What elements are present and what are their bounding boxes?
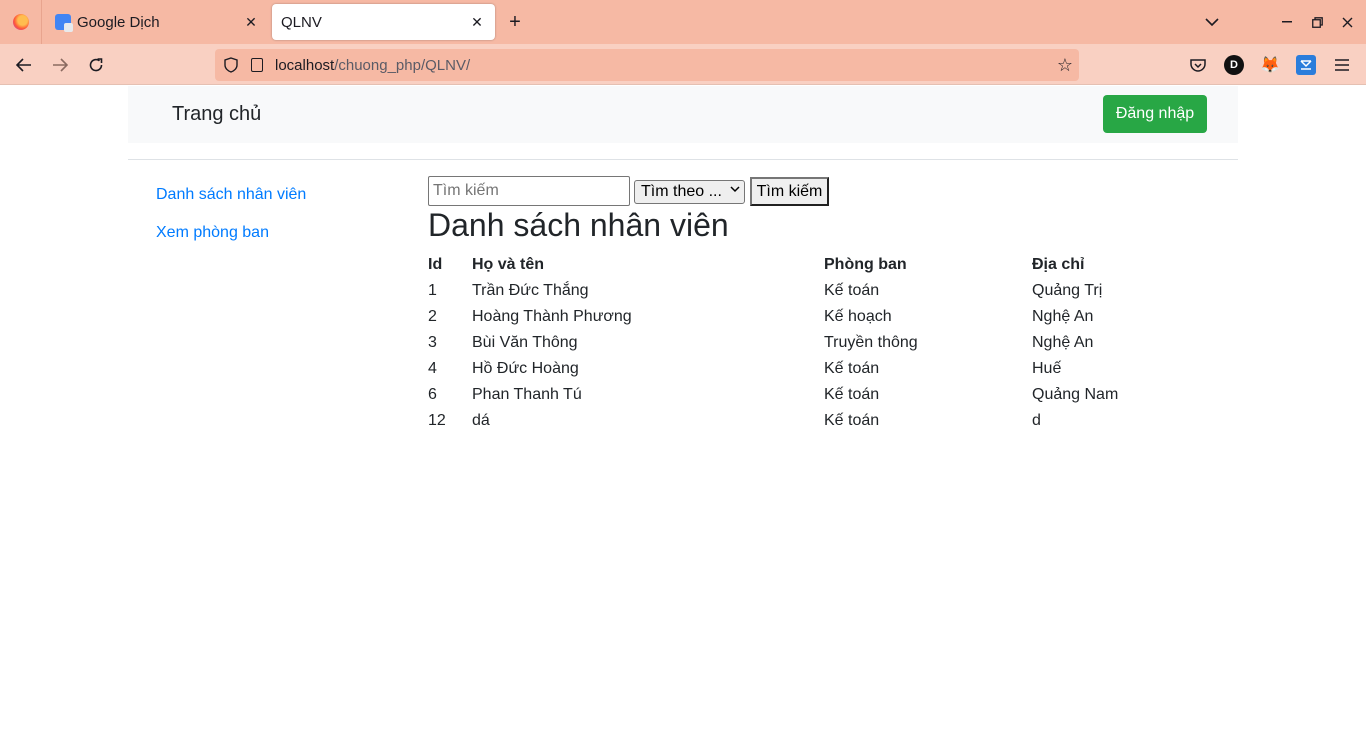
table-header-row: Id Họ và tên Phòng ban Địa chỉ (428, 252, 1182, 278)
cell-id: 4 (428, 360, 437, 377)
d-extension-icon[interactable]: D (1224, 55, 1244, 75)
table-row: 2 Hoàng Thành Phương Kế hoạch Nghệ An (428, 304, 1182, 330)
firefox-logo-icon (12, 14, 29, 30)
column-header-id: Id (428, 256, 443, 273)
firefox-menu-button[interactable] (0, 0, 42, 44)
table-row: 12 dá Kế toán d (428, 408, 1182, 434)
table-row: 1 Trần Đức Thắng Kế toán Quảng Trị (428, 278, 1182, 304)
tab-title: QLNV (281, 13, 322, 31)
close-icon[interactable]: ✕ (465, 10, 489, 34)
login-button[interactable]: Đăng nhập (1103, 95, 1207, 133)
close-icon[interactable]: ✕ (239, 10, 263, 34)
web-page: Trang chủ Đăng nhập Danh sách nhân viên … (0, 86, 1366, 741)
cell-name: Bùi Văn Thông (472, 334, 578, 351)
employee-table: Id Họ và tên Phòng ban Địa chỉ 1 Trần Đứ… (428, 252, 1182, 434)
cell-department: Kế toán (824, 282, 880, 299)
cell-name: Hoàng Thành Phương (472, 308, 632, 325)
browser-toolbar: localhost/chuong_php/QLNV/ ☆ D 🦊 (0, 44, 1366, 85)
cell-address: Huế (1032, 360, 1062, 377)
shield-icon[interactable] (223, 57, 239, 73)
cell-address: d (1032, 412, 1041, 429)
address-bar[interactable]: localhost/chuong_php/QLNV/ ☆ (215, 49, 1079, 81)
cell-department: Kế hoạch (824, 308, 892, 325)
table-row: 6 Phan Thanh Tú Kế toán Quảng Nam (428, 382, 1182, 408)
table-row: 4 Hồ Đức Hoàng Kế toán Huế (428, 356, 1182, 382)
browser-tab-bar: Google Dịch ✕ QLNV ✕ + (0, 0, 1366, 44)
search-button[interactable]: Tìm kiếm (750, 177, 829, 206)
chevron-down-icon (730, 184, 740, 196)
forward-arrow-icon[interactable] (48, 53, 72, 77)
cell-name: Phan Thanh Tú (472, 386, 582, 403)
cell-department: Truyền thông (824, 334, 918, 351)
sidebar-item-employee-list[interactable]: Danh sách nhân viên (156, 186, 306, 204)
page-icon[interactable] (251, 58, 263, 72)
back-arrow-icon[interactable] (12, 53, 36, 77)
tab-qlnv[interactable]: QLNV ✕ (272, 4, 495, 40)
tab-title: Google Dịch (77, 13, 160, 31)
pocket-icon[interactable] (1188, 55, 1208, 75)
search-by-select-value: Tìm theo ... (641, 183, 722, 200)
column-header-department: Phòng ban (824, 256, 907, 273)
new-tab-icon[interactable]: + (503, 10, 527, 34)
cell-address: Nghệ An (1032, 334, 1094, 351)
restore-icon[interactable] (1307, 12, 1327, 32)
url-text[interactable]: localhost/chuong_php/QLNV/ (275, 57, 470, 74)
reload-icon[interactable] (84, 53, 108, 77)
cell-id: 1 (428, 282, 437, 299)
blue-extension-icon[interactable] (1296, 55, 1316, 75)
cell-name: Trần Đức Thắng (472, 282, 589, 299)
column-header-name: Họ và tên (472, 256, 545, 273)
cell-department: Kế toán (824, 360, 880, 377)
brand-link[interactable]: Trang chủ (172, 103, 261, 126)
cell-name: dá (472, 412, 490, 429)
minimize-icon[interactable] (1277, 12, 1297, 32)
cell-address: Quảng Nam (1032, 386, 1119, 403)
chevron-down-icon[interactable] (1200, 12, 1224, 32)
page-title: Danh sách nhân viên (428, 207, 729, 243)
tab-google-dich[interactable]: Google Dịch ✕ (43, 0, 269, 44)
bookmark-star-icon[interactable]: ☆ (1057, 55, 1073, 76)
google-translate-icon (55, 14, 73, 32)
sidebar-item-departments[interactable]: Xem phòng ban (156, 224, 269, 242)
window-close-icon[interactable] (1337, 12, 1357, 32)
search-by-select[interactable]: Tìm theo ... (634, 180, 745, 204)
menu-icon[interactable] (1332, 55, 1352, 75)
metamask-fox-icon[interactable]: 🦊 (1260, 55, 1280, 75)
cell-department: Kế toán (824, 412, 880, 429)
cell-department: Kế toán (824, 386, 880, 403)
cell-address: Quảng Trị (1032, 282, 1103, 299)
site-navbar: Trang chủ Đăng nhập (128, 86, 1238, 143)
cell-id: 3 (428, 334, 437, 351)
divider (128, 159, 1238, 160)
cell-id: 6 (428, 386, 437, 403)
cell-name: Hồ Đức Hoàng (472, 360, 579, 377)
table-row: 3 Bùi Văn Thông Truyền thông Nghệ An (428, 330, 1182, 356)
cell-id: 12 (428, 412, 446, 429)
column-header-address: Địa chỉ (1032, 256, 1085, 273)
cell-id: 2 (428, 308, 437, 325)
search-input[interactable] (428, 176, 630, 206)
cell-address: Nghệ An (1032, 308, 1094, 325)
